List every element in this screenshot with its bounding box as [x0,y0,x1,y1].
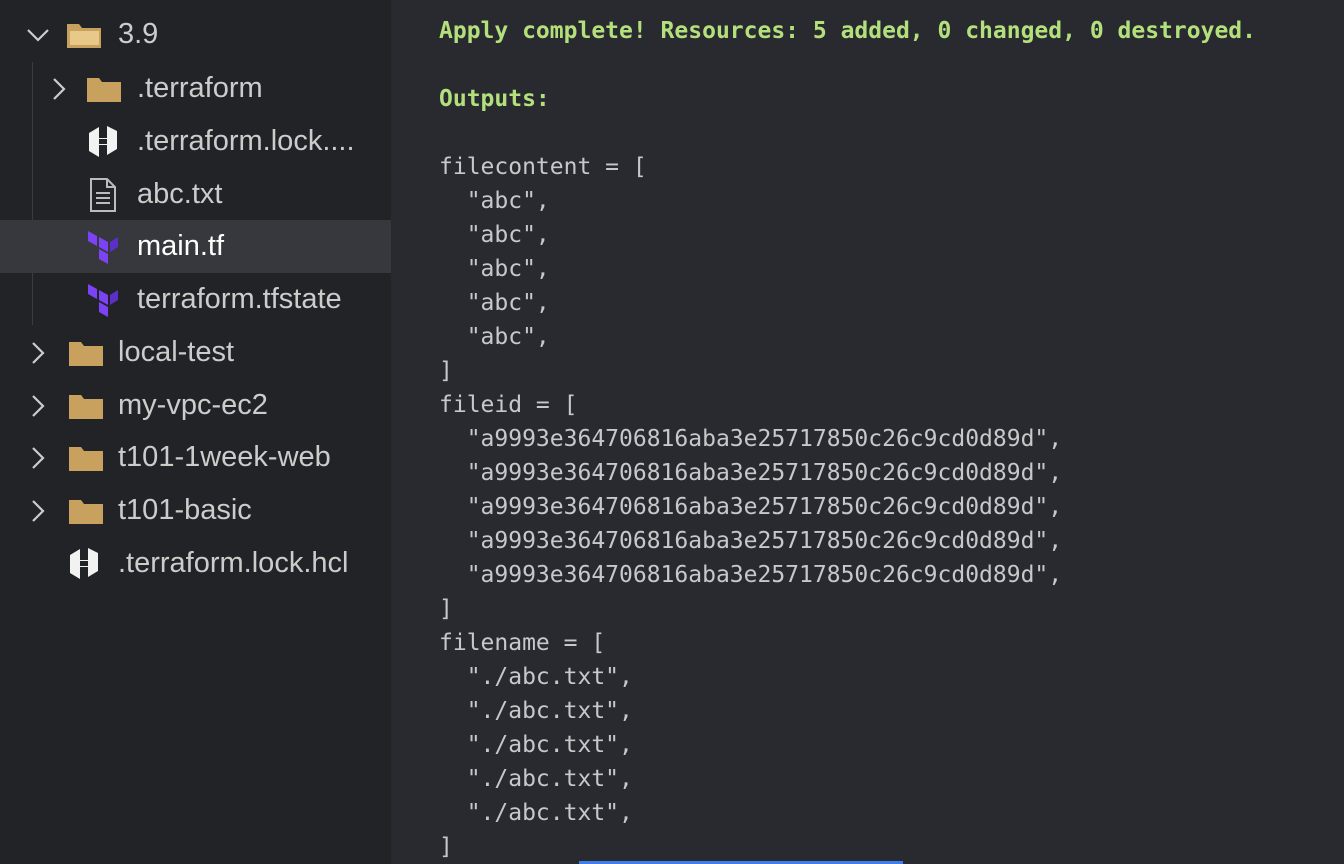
tree-item-label: main.tf [137,230,225,262]
tree-folder-t101-basic[interactable]: t101-basic [0,484,391,537]
tree-folder-terraform[interactable]: .terraform [0,62,391,115]
outputs-heading: Outputs: [439,86,550,112]
terminal-line: "./abc.txt", [439,800,633,826]
tree-item-label: terraform.tfstate [137,283,342,315]
file-explorer: 3.9 .terraform .terraform.lock.... abc.t… [0,0,391,864]
tree-item-label: abc.txt [137,178,223,210]
tree-item-label: .terraform [137,72,263,104]
output-filecontent: filecontent = [ [439,154,647,180]
terraform-icon [87,220,119,273]
terminal-line: "abc", [439,324,550,350]
terminal-line: "abc", [439,222,550,248]
terminal-line: "a9993e364706816aba3e25717850c26c9cd0d89… [439,494,1063,520]
terminal-line: "a9993e364706816aba3e25717850c26c9cd0d89… [439,562,1063,588]
chevron-right-icon[interactable] [45,62,73,115]
terminal-line: ] [439,834,453,860]
terminal-line: "./abc.txt", [439,732,633,758]
folder-icon [68,379,104,432]
terminal-line: "./abc.txt", [439,664,633,690]
terminal-line: "a9993e364706816aba3e25717850c26c9cd0d89… [439,528,1063,554]
terminal-line: ] [439,358,453,384]
chevron-down-icon[interactable] [24,8,52,61]
chevron-right-icon[interactable] [24,431,52,484]
terminal-line: "abc", [439,256,550,282]
terminal-line: "abc", [439,188,550,214]
chevron-right-icon[interactable] [24,326,52,379]
terminal-panel[interactable]: Apply complete! Resources: 5 added, 0 ch… [391,0,1344,864]
tree-file-terraform-lock-hcl[interactable]: .terraform.lock.hcl [0,537,391,590]
folder-open-icon [66,8,102,61]
chevron-right-icon[interactable] [24,484,52,537]
tree-item-label: .terraform.lock.... [137,125,355,157]
tree-item-label: t101-basic [118,494,252,526]
terminal-line: "a9993e364706816aba3e25717850c26c9cd0d89… [439,426,1063,452]
tree-file-main-tf[interactable]: main.tf [0,220,391,273]
folder-icon [68,326,104,379]
tree-file-terraform-lock[interactable]: .terraform.lock.... [0,115,391,168]
folder-icon [86,62,122,115]
tree-item-label: .terraform.lock.hcl [118,547,349,579]
tree-folder-t101-1week-web[interactable]: t101-1week-web [0,431,391,484]
tree-file-terraform-tfstate[interactable]: terraform.tfstate [0,273,391,326]
terminal-line: ] [439,596,453,622]
tree-folder-3-9[interactable]: 3.9 [0,8,391,61]
output-fileid: fileid = [ [439,392,578,418]
text-file-icon [89,168,117,221]
hashicorp-icon [86,115,120,168]
hashicorp-icon [67,537,101,590]
chevron-right-icon[interactable] [24,379,52,432]
tree-item-label: my-vpc-ec2 [118,389,268,421]
folder-icon [68,431,104,484]
terraform-icon [87,273,119,326]
terminal-line: "a9993e364706816aba3e25717850c26c9cd0d89… [439,460,1063,486]
tree-item-label: local-test [118,336,235,368]
tree-folder-my-vpc-ec2[interactable]: my-vpc-ec2 [0,379,391,432]
tree-folder-local-test[interactable]: local-test [0,326,391,379]
terminal-line: "./abc.txt", [439,766,633,792]
terminal-line: "./abc.txt", [439,698,633,724]
terminal-line: "abc", [439,290,550,316]
apply-complete-message: Apply complete! Resources: 5 added, 0 ch… [439,18,1256,44]
folder-icon [68,484,104,537]
tree-item-label: 3.9 [118,18,159,50]
tree-file-abc-txt[interactable]: abc.txt [0,168,391,221]
tree-item-label: t101-1week-web [118,441,331,473]
output-filename: filename = [ [439,630,606,656]
